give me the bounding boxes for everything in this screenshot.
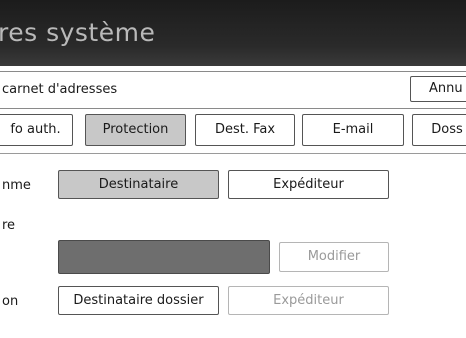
recipient-folder-button[interactable]: Destinataire dossier <box>58 286 219 315</box>
tab-info-auth[interactable]: fo auth. <box>0 114 73 146</box>
tab-protection[interactable]: Protection <box>85 114 186 146</box>
row1-label: nme <box>2 178 31 193</box>
page-title: res système <box>0 18 156 47</box>
tab-dossier[interactable]: Doss <box>412 114 466 146</box>
sender-folder-button[interactable]: Expéditeur <box>228 286 389 315</box>
code-field[interactable] <box>58 240 270 274</box>
breadcrumb: carnet d'adresses <box>0 71 466 109</box>
row3-label: on <box>2 294 19 309</box>
row2-label: re <box>2 218 16 233</box>
sender-button[interactable]: Expéditeur <box>228 170 389 199</box>
tab-email[interactable]: E-mail <box>302 114 404 146</box>
divider <box>0 153 466 154</box>
title-bar: res système <box>0 0 466 66</box>
modify-button[interactable]: Modifier <box>279 242 389 272</box>
recipient-button[interactable]: Destinataire <box>58 170 219 199</box>
breadcrumb-text: carnet d'adresses <box>2 82 118 97</box>
cancel-button[interactable]: Annu <box>410 76 466 102</box>
tab-bar: fo auth. Protection Dest. Fax E-mail Dos… <box>0 114 466 148</box>
tab-dest-fax[interactable]: Dest. Fax <box>195 114 295 146</box>
